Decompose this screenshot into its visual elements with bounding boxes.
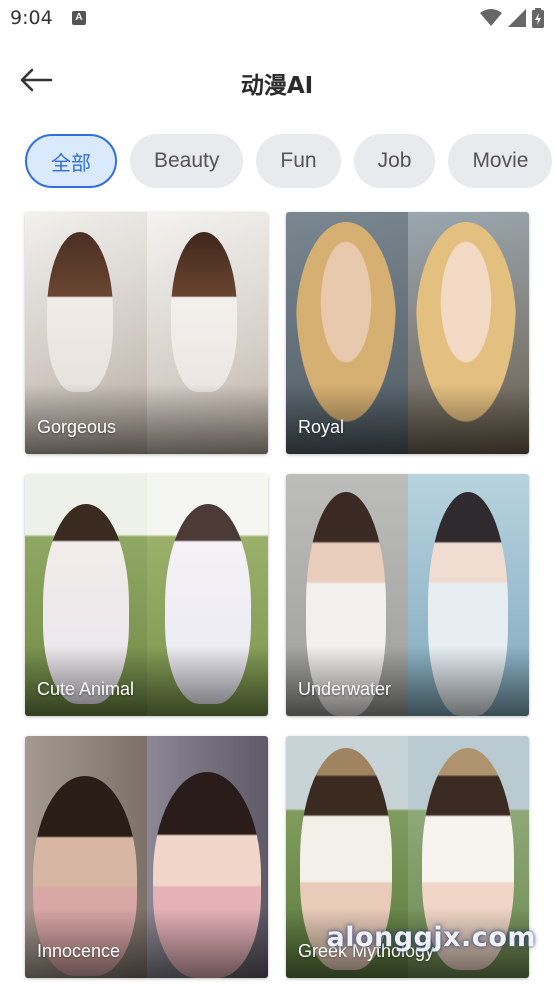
style-label: Innocence xyxy=(37,941,121,961)
notification-a-icon: A xyxy=(72,11,86,25)
style-label: Cute Animal xyxy=(37,679,135,699)
page-title: 动漫AI xyxy=(240,73,314,99)
watermark: alonggjx.com xyxy=(326,922,536,953)
category-tabs: 全部 Beauty Fun Job Movie xyxy=(25,134,554,190)
style-card-cute-animal[interactable]: Cute Animal xyxy=(25,474,268,716)
tab-fun[interactable]: Fun xyxy=(256,134,341,188)
top-bar: 动漫AI xyxy=(0,50,554,110)
style-label: Royal xyxy=(298,417,345,437)
signal-icon xyxy=(508,9,526,27)
style-card-royal[interactable]: Royal xyxy=(286,212,529,454)
wifi-icon xyxy=(480,9,502,26)
style-label: Gorgeous xyxy=(37,417,117,437)
tab-job[interactable]: Job xyxy=(353,134,436,188)
status-time: 9:04 xyxy=(10,7,53,29)
status-icons xyxy=(480,8,544,28)
style-label: Underwater xyxy=(298,679,392,699)
tab-beauty[interactable]: Beauty xyxy=(130,134,244,188)
style-card-underwater[interactable]: Underwater xyxy=(286,474,529,716)
status-bar: 9:04 A xyxy=(0,0,554,38)
style-card-innocence[interactable]: Innocence xyxy=(25,736,268,978)
tab-all[interactable]: 全部 xyxy=(25,134,117,188)
style-card-gorgeous[interactable]: Gorgeous xyxy=(25,212,268,454)
battery-charging-icon xyxy=(532,8,544,28)
tab-movie[interactable]: Movie xyxy=(448,134,553,188)
